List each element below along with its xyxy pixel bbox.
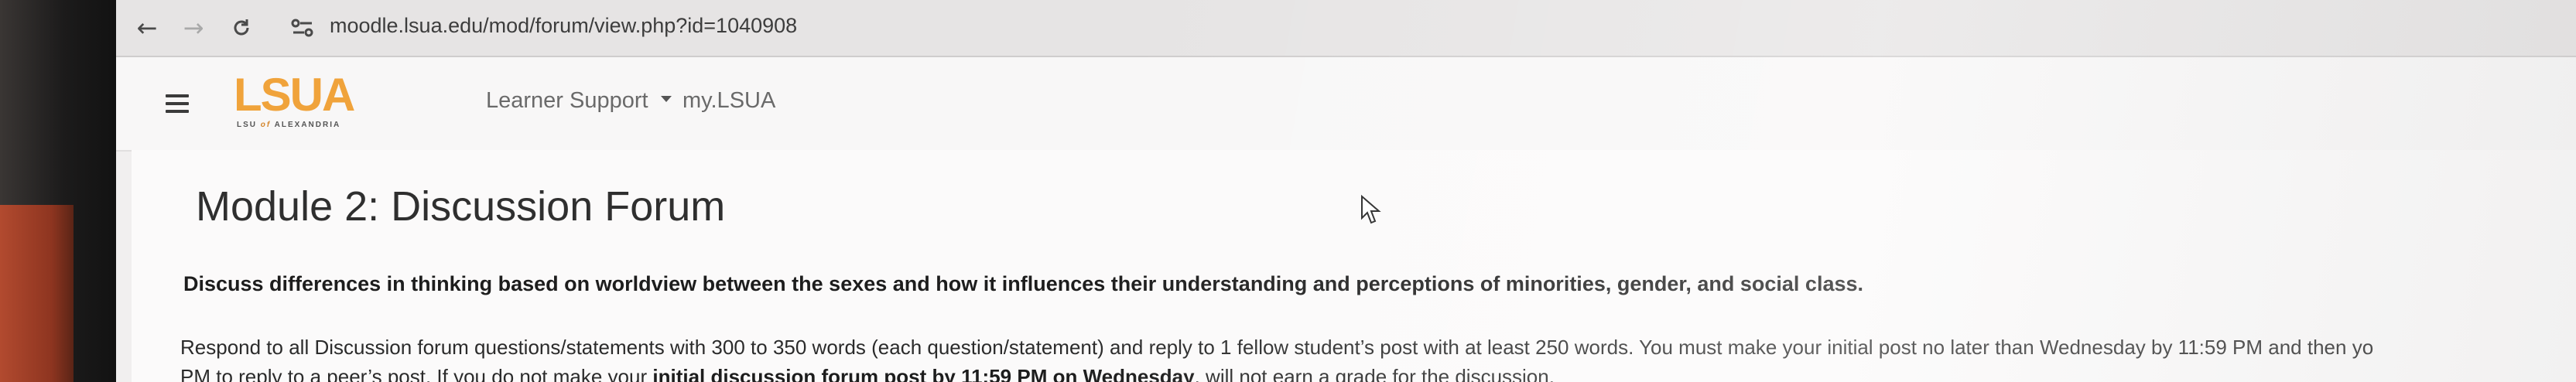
my-lsua-link[interactable]: my.LSUA: [682, 88, 775, 114]
learner-support-label: Learner Support: [486, 88, 648, 113]
browser-window: ← → moodle.lsua.edu/mod/forum/view.php?i…: [116, 0, 2576, 382]
caret-down-icon: [660, 96, 672, 103]
learner-support-menu[interactable]: Learner Support: [486, 88, 672, 114]
instructions-line-1: Respond to all Discussion forum question…: [180, 336, 2374, 359]
logo-text: LSUA: [234, 69, 355, 121]
site-settings-icon[interactable]: [291, 17, 314, 39]
hamburger-menu-icon[interactable]: [166, 87, 189, 121]
deadline-emphasis: initial discussion forum post by 11:59 P…: [652, 365, 1195, 382]
address-bar[interactable]: moodle.lsua.edu/mod/forum/view.php?id=10…: [330, 14, 797, 38]
back-arrow-icon[interactable]: ←: [130, 11, 164, 45]
discussion-prompt: Discuss differences in thinking based on…: [183, 272, 1863, 295]
browser-toolbar: ← → moodle.lsua.edu/mod/forum/view.php?i…: [116, 0, 2576, 57]
site-header: LSUA LSU of ALEXANDRIA Learner Support m…: [116, 57, 2576, 152]
lsua-logo[interactable]: LSUA LSU of ALEXANDRIA: [234, 71, 381, 133]
instructions-paragraph: Respond to all Discussion forum question…: [180, 333, 2373, 382]
background-object: [0, 205, 74, 382]
main-content: Module 2: Discussion Forum Discuss diffe…: [132, 150, 2576, 382]
instructions-line-2: PM to reply to a peer’s post. If you do …: [180, 362, 2373, 382]
page-title: Module 2: Discussion Forum: [196, 183, 726, 230]
logo-subtitle: LSU of ALEXANDRIA: [237, 121, 341, 129]
reload-icon[interactable]: [224, 11, 258, 45]
forward-arrow-icon[interactable]: →: [176, 11, 210, 45]
mouse-cursor-icon: [1361, 195, 1381, 224]
